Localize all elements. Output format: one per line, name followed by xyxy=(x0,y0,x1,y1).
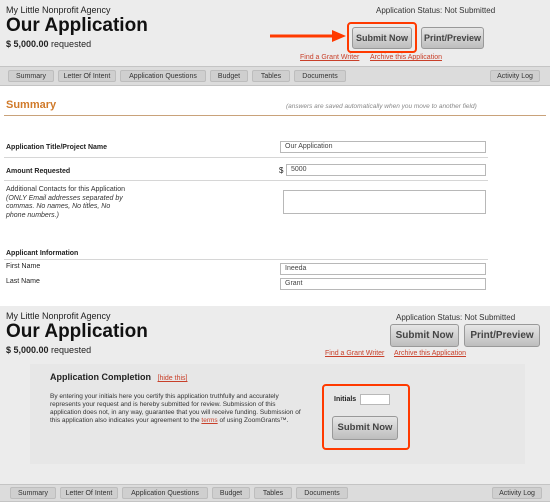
tab-letter-of-intent[interactable]: Letter Of Intent xyxy=(60,487,118,499)
tab-summary[interactable]: Summary xyxy=(10,487,56,499)
tab-activity-log[interactable]: Activity Log xyxy=(490,70,540,82)
tab-activity-log[interactable]: Activity Log xyxy=(492,487,542,499)
summary-divider xyxy=(4,115,546,116)
find-grant-writer-link[interactable]: Find a Grant Writer xyxy=(325,350,384,357)
last-name-label: Last Name xyxy=(6,278,40,285)
tab-letter-of-intent[interactable]: Letter Of Intent xyxy=(58,70,116,82)
tab-tables[interactable]: Tables xyxy=(252,70,290,82)
application-status: Application Status: Not Submitted xyxy=(396,313,516,322)
contacts-label-text: Additional Contacts for this Application xyxy=(6,186,126,193)
certification-text: By entering your initials here you certi… xyxy=(50,393,305,425)
bottom-header: My Little Nonprofit Agency Our Applicati… xyxy=(0,306,550,500)
print-preview-button[interactable]: Print/Preview xyxy=(421,27,484,49)
tab-bar-bottom: Summary Letter Of Intent Application Que… xyxy=(0,484,550,502)
terms-link[interactable]: terms xyxy=(201,417,217,424)
archive-application-link[interactable]: Archive this Application xyxy=(394,350,466,357)
amount-requested: $ 5,000.00 requested xyxy=(6,345,91,355)
tab-budget[interactable]: Budget xyxy=(212,487,250,499)
submit-highlight-box xyxy=(347,22,417,53)
amount-requested: $ 5,000.00 requested xyxy=(6,39,91,49)
project-name-input[interactable]: Our Application xyxy=(280,141,486,153)
last-name-input[interactable]: Grant xyxy=(280,278,486,290)
amount-suffix: requested xyxy=(48,345,92,355)
completion-title: Application Completion [hide this] xyxy=(50,372,187,382)
project-name-label: Application Title/Project Name xyxy=(6,144,108,151)
applicant-divider xyxy=(4,259,488,260)
hide-this-link[interactable]: [hide this] xyxy=(158,375,188,382)
top-header: My Little Nonprofit Agency Our Applicati… xyxy=(0,0,550,66)
first-name-label: First Name xyxy=(6,263,41,270)
row-divider xyxy=(4,157,488,158)
amount-value: $ 5,000.00 xyxy=(6,39,49,49)
print-preview-button[interactable]: Print/Preview xyxy=(464,324,540,347)
completion-highlight-box xyxy=(322,384,410,450)
submit-now-button[interactable]: Submit Now xyxy=(390,324,459,347)
summary-heading: Summary xyxy=(6,99,57,111)
tab-summary[interactable]: Summary xyxy=(8,70,54,82)
contacts-hint: (ONLY Email addresses separated by comma… xyxy=(6,194,123,219)
application-status: Application Status: Not Submitted xyxy=(376,6,496,15)
agency-name: My Little Nonprofit Agency xyxy=(6,5,111,15)
certification-body-2: of using ZoomGrants™. xyxy=(217,417,289,424)
row-divider xyxy=(4,180,488,181)
amount-requested-input[interactable]: 5000 xyxy=(286,164,486,176)
amount-suffix: requested xyxy=(48,39,92,49)
tab-budget[interactable]: Budget xyxy=(210,70,248,82)
application-title: Our Application xyxy=(6,15,148,36)
additional-contacts-label: Additional Contacts for this Application… xyxy=(6,186,128,220)
amount-value: $ 5,000.00 xyxy=(6,345,49,355)
completion-title-text: Application Completion xyxy=(50,372,151,382)
dollar-sign: $ xyxy=(279,166,284,175)
autosave-note: (answers are saved automatically when yo… xyxy=(286,103,477,110)
arrow-right-icon xyxy=(270,30,346,42)
tab-documents[interactable]: Documents xyxy=(296,487,348,499)
agency-name: My Little Nonprofit Agency xyxy=(6,311,111,321)
applicant-info-heading: Applicant Information xyxy=(6,250,79,257)
tab-documents[interactable]: Documents xyxy=(294,70,346,82)
additional-contacts-textarea[interactable] xyxy=(283,190,486,214)
archive-application-link[interactable]: Archive this Application xyxy=(370,54,442,61)
tab-bar-top: Summary Letter Of Intent Application Que… xyxy=(0,66,550,86)
application-completion-box: Application Completion [hide this] By en… xyxy=(30,364,525,464)
tab-application-questions[interactable]: Application Questions xyxy=(122,487,208,499)
tab-application-questions[interactable]: Application Questions xyxy=(120,70,206,82)
application-title: Our Application xyxy=(6,321,148,342)
find-grant-writer-link[interactable]: Find a Grant Writer xyxy=(300,54,359,61)
tab-tables[interactable]: Tables xyxy=(254,487,292,499)
amount-requested-label: Amount Requested xyxy=(6,168,71,175)
first-name-input[interactable]: Ineeda xyxy=(280,263,486,275)
